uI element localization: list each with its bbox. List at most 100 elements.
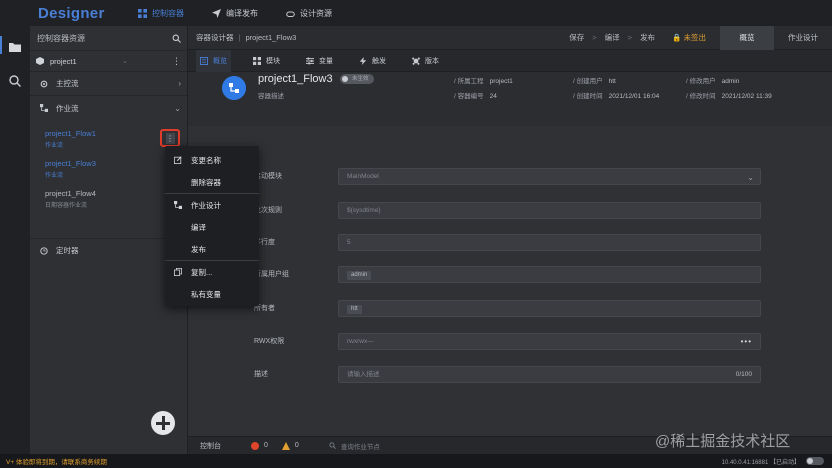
tab-trigger[interactable]: 触发 bbox=[355, 50, 390, 72]
warning-count: 0 bbox=[294, 442, 299, 449]
folder-icon[interactable] bbox=[8, 40, 22, 54]
publish-button[interactable]: 发布 bbox=[640, 32, 655, 43]
flow-more-button-highlighted[interactable]: ⋮ bbox=[160, 129, 180, 147]
tab-label: 模块 bbox=[266, 57, 280, 65]
top-bar: Designer 控制容器 编译发布 设计资源 bbox=[0, 0, 832, 26]
field-start-module: 启动模块 MainModel ⌄ bbox=[188, 168, 832, 185]
menu-label: 私有变量 bbox=[191, 289, 221, 299]
chevron-down-icon: ⌄ bbox=[747, 173, 754, 182]
edit-icon bbox=[174, 156, 182, 164]
node-search[interactable]: 查询作业节点 bbox=[329, 441, 380, 451]
server-status: 10.40.0.41:16881 【已启动】 bbox=[722, 457, 824, 466]
nav-control-container[interactable]: 控制容器 bbox=[138, 8, 184, 19]
menu-item-publish[interactable]: 发布 bbox=[165, 238, 259, 260]
menu-item-private-variables[interactable]: 私有变量 bbox=[165, 283, 259, 305]
start-module-select[interactable]: MainModel ⌄ bbox=[338, 168, 761, 185]
search-icon[interactable] bbox=[8, 74, 22, 88]
more-icon[interactable]: ⋮ bbox=[172, 56, 181, 67]
panel-header: 控制容器资源 bbox=[30, 26, 187, 50]
step-arrow: > bbox=[627, 33, 633, 42]
meta-container-id: / 容器编号 24 bbox=[454, 93, 497, 100]
menu-item-rename[interactable]: 变更名称 bbox=[165, 149, 259, 171]
nav-label: 设计资源 bbox=[300, 8, 332, 18]
menu-item-delete-container[interactable]: 删除容器 bbox=[165, 171, 259, 193]
tab-module[interactable]: 模块 bbox=[249, 50, 284, 72]
flow-title: project1_Flow3 bbox=[258, 73, 333, 85]
flow-description: 容器描述 bbox=[258, 93, 284, 100]
owner-select[interactable]: htt bbox=[338, 300, 761, 317]
status-bar: V+ 体验即将到期，请联系商务续期 10.40.0.41:16881 【已启动】 bbox=[0, 454, 832, 468]
context-menu: 变更名称 删除容器 作业设计 编译 发布 复制... 私有变量 bbox=[165, 146, 259, 306]
flow-icon bbox=[222, 76, 246, 100]
server-address: 10.40.0.41:16881 【已启动】 bbox=[721, 459, 800, 466]
nav-label: 编译发布 bbox=[226, 8, 258, 18]
menu-item-job-design[interactable]: 作业设计 bbox=[165, 194, 259, 216]
field-label: 所属用户组 bbox=[254, 271, 289, 278]
tab-version[interactable]: 版本 bbox=[408, 50, 443, 72]
compile-button[interactable]: 编译 bbox=[605, 32, 620, 43]
tab-variable[interactable]: 变量 bbox=[302, 50, 337, 72]
chevron-down-icon[interactable]: ⌄ bbox=[174, 104, 181, 113]
nav-design-resources[interactable]: 设计资源 bbox=[286, 8, 332, 19]
more-horizontal-icon[interactable]: ••• bbox=[741, 334, 752, 349]
menu-label: 变更名称 bbox=[191, 155, 221, 165]
field-rwx: RWX权限 rwxrwx--- ••• bbox=[188, 333, 832, 350]
project-icon bbox=[36, 57, 44, 65]
meta-creator: / 创建用户 htt bbox=[573, 78, 616, 85]
tree-group-label: 定时器 bbox=[56, 246, 79, 255]
rail-selection-indicator bbox=[0, 36, 2, 54]
status-badge[interactable]: 未生效 bbox=[340, 74, 374, 84]
user-group-select[interactable]: admin bbox=[338, 266, 761, 283]
section-tabs: 概览 模块 变量 触发 版本 bbox=[188, 49, 832, 72]
breadcrumb-root[interactable]: 容器设计器 bbox=[196, 32, 234, 43]
menu-label: 编译 bbox=[191, 222, 206, 232]
project-selector[interactable]: project1 ⌄ ⋮ bbox=[30, 50, 187, 72]
tab-workflow-design[interactable]: 作业设计 bbox=[774, 26, 832, 50]
description-input[interactable]: 请输入描述 0/100 bbox=[338, 366, 761, 383]
tree-group-main-flow[interactable]: 主控流 › bbox=[30, 72, 187, 96]
chevron-down-icon[interactable]: ⌄ bbox=[122, 57, 128, 65]
step-arrow: > bbox=[592, 33, 597, 42]
field-owner: 所有者 htt bbox=[188, 300, 832, 317]
add-button[interactable] bbox=[151, 411, 175, 435]
field-label: RWX权限 bbox=[254, 338, 285, 345]
nav-compile-publish[interactable]: 编译发布 bbox=[212, 8, 258, 19]
chevron-right-icon[interactable]: › bbox=[178, 79, 181, 88]
tab-label: 触发 bbox=[372, 57, 386, 65]
variable-icon bbox=[306, 56, 314, 65]
checkout-status[interactable]: 🔒 未签出 bbox=[672, 32, 706, 43]
batch-rule-input[interactable]: ${sysdtime} bbox=[338, 202, 761, 219]
rwx-permission-input[interactable]: rwxrwx--- ••• bbox=[338, 333, 761, 350]
tab-overview[interactable]: 概览 bbox=[720, 25, 774, 50]
meta-modified-time: / 修改时间 2021/12/02 11:39 bbox=[686, 93, 772, 100]
menu-label: 发布 bbox=[191, 244, 206, 254]
console-label[interactable]: 控制台 bbox=[200, 441, 221, 451]
project-name: project1 bbox=[50, 56, 77, 66]
menu-item-copy[interactable]: 复制... bbox=[165, 261, 259, 283]
tree-group-label: 主控流 bbox=[56, 79, 79, 88]
overview-icon bbox=[200, 56, 208, 65]
tree-group-workflow[interactable]: 作业流 ⌄ bbox=[30, 96, 187, 120]
app-logo: Designer bbox=[38, 4, 105, 22]
field-user-group: 所属用户组 admin bbox=[188, 266, 832, 283]
breadcrumb-separator: | bbox=[238, 33, 241, 42]
menu-item-compile[interactable]: 编译 bbox=[165, 216, 259, 238]
theme-toggle[interactable] bbox=[806, 457, 824, 465]
search-icon bbox=[329, 442, 336, 449]
search-icon[interactable] bbox=[172, 34, 181, 43]
field-description: 描述 请输入描述 0/100 bbox=[188, 366, 832, 383]
field-batch-rule: 批次规则 ${sysdtime} bbox=[188, 202, 832, 219]
search-placeholder: 查询作业节点 bbox=[340, 443, 380, 451]
copy-icon bbox=[174, 268, 182, 276]
app-grid-icon bbox=[138, 8, 147, 18]
tab-overview[interactable]: 概览 bbox=[196, 49, 231, 72]
tab-label: 版本 bbox=[425, 57, 439, 65]
menu-label: 删除容器 bbox=[191, 177, 221, 187]
parallelism-input[interactable]: 5 bbox=[338, 234, 761, 251]
cloud-icon bbox=[286, 11, 295, 17]
tab-label: 概览 bbox=[213, 57, 227, 65]
design-icon bbox=[174, 201, 182, 209]
field-label: 描述 bbox=[254, 371, 268, 378]
watermark: @稀土掘金技术社区 bbox=[655, 433, 791, 450]
save-button[interactable]: 保存 bbox=[569, 32, 584, 43]
